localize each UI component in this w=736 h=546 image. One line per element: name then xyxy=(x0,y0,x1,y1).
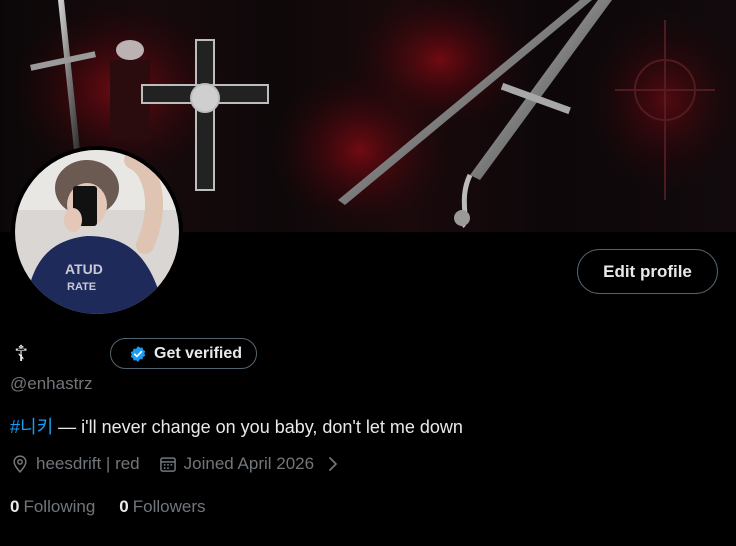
display-name: ☦ xyxy=(13,341,29,366)
user-handle: @enhastrz xyxy=(10,374,93,393)
location-text: heesdrift | red xyxy=(36,454,140,473)
profile-avatar[interactable]: ATUD RATE xyxy=(11,146,183,318)
svg-text:ATUD: ATUD xyxy=(65,261,103,277)
get-verified-label: Get verified xyxy=(154,344,243,362)
followers-label: Followers xyxy=(132,497,206,516)
svg-text:RATE: RATE xyxy=(67,281,96,293)
avatar-photo: ATUD RATE xyxy=(15,150,179,314)
get-verified-button[interactable]: Get verified xyxy=(110,338,258,369)
following-count: 0 xyxy=(10,497,20,516)
bio-hashtag-link[interactable]: #니키 xyxy=(10,417,53,437)
calendar-icon xyxy=(158,454,178,474)
profile-bio: #니키 — i'll never change on you baby, don… xyxy=(10,413,463,439)
edit-profile-button[interactable]: Edit profile xyxy=(577,249,718,294)
profile-meta: heesdrift | red Joined April 2026 xyxy=(10,454,358,474)
joined-text: Joined April 2026 xyxy=(183,454,315,473)
location-pin-icon xyxy=(10,454,30,474)
following-label: Following xyxy=(23,497,96,516)
followers-link[interactable]: 0 Followers xyxy=(119,497,205,517)
joined-item[interactable]: Joined April 2026 xyxy=(158,454,340,474)
location-item: heesdrift | red xyxy=(10,454,140,474)
profile-page: ATUD RATE Edit profile ☦ Get verified @e… xyxy=(0,0,736,546)
following-link[interactable]: 0 Following xyxy=(10,497,95,517)
followers-count: 0 xyxy=(119,497,129,516)
bio-text: — i'll never change on you baby, don't l… xyxy=(53,417,463,437)
name-row: ☦ Get verified xyxy=(10,338,258,370)
verified-badge-icon xyxy=(129,345,147,363)
follow-stats: 0 Following 0 Followers xyxy=(10,497,230,517)
chevron-right-icon xyxy=(326,456,340,472)
